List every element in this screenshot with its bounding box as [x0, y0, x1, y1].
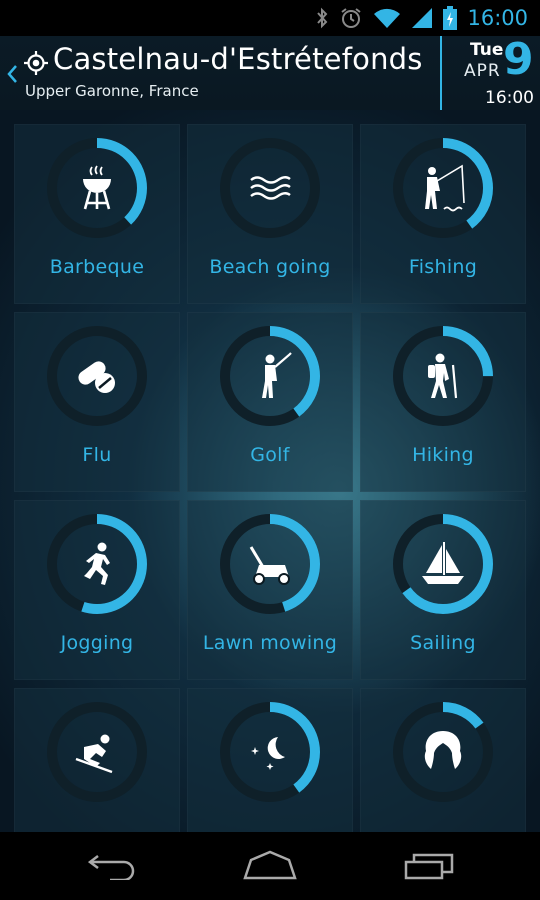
day-number: 9 — [503, 34, 534, 85]
activity-label: Hiking — [412, 444, 474, 466]
activity-tile[interactable]: Sailing — [360, 500, 526, 680]
waves-icon — [245, 163, 295, 213]
home-button-icon[interactable] — [243, 850, 297, 884]
activity-tile[interactable] — [14, 688, 180, 832]
wifi-icon — [373, 7, 401, 29]
back-chevron-icon[interactable] — [6, 64, 18, 88]
activity-label: Golf — [250, 444, 290, 466]
recent-apps-button-icon[interactable] — [404, 850, 454, 884]
back-button-icon[interactable] — [87, 850, 136, 884]
day-of-week: Tue — [470, 40, 504, 60]
activity-tile[interactable]: Flu — [14, 312, 180, 492]
fishing-icon — [418, 163, 468, 213]
signal-icon — [411, 7, 433, 29]
bluetooth-icon — [315, 7, 329, 29]
activity-label: Jogging — [60, 632, 134, 654]
header-divider — [440, 36, 442, 110]
barbeque-icon — [72, 163, 122, 213]
golf-icon — [245, 351, 295, 401]
forecast-time: 16:00 — [485, 88, 534, 108]
activity-label: Lawn mowing — [202, 632, 338, 654]
location-header[interactable]: Castelnau-d'Estrétefonds Upper Garonne, … — [0, 34, 540, 110]
activity-tile[interactable]: Beach going — [187, 124, 353, 304]
activity-tile[interactable]: Jogging — [14, 500, 180, 680]
skiing-icon — [72, 727, 122, 777]
activity-tile[interactable] — [360, 688, 526, 832]
activity-tile[interactable]: Lawn mowing — [187, 500, 353, 680]
night-sky-icon — [245, 727, 295, 777]
region-name: Upper Garonne, France — [25, 82, 199, 100]
jogging-icon — [72, 539, 122, 589]
activity-label: Sailing — [410, 632, 476, 654]
hiking-icon — [418, 351, 468, 401]
month: APR — [464, 61, 501, 81]
alarm-icon — [339, 7, 363, 29]
city-name[interactable]: Castelnau-d'Estrétefonds — [53, 42, 423, 76]
activity-tile[interactable]: Hiking — [360, 312, 526, 492]
navigation-bar — [0, 832, 540, 900]
status-time: 16:00 — [467, 6, 528, 30]
hair-icon — [418, 727, 468, 777]
status-bar: 16:00 — [0, 0, 540, 36]
activity-tile[interactable]: Fishing — [360, 124, 526, 304]
activity-label: Fishing — [408, 256, 478, 278]
activity-grid: Barbeque Beach going Fishing Flu Golf Hi… — [0, 110, 540, 832]
activity-tile[interactable]: Barbeque — [14, 124, 180, 304]
battery-charging-icon — [443, 6, 458, 30]
sailboat-icon — [418, 539, 468, 589]
activity-tile[interactable]: Golf — [187, 312, 353, 492]
lawn-mower-icon — [245, 539, 295, 589]
activity-label: Flu — [82, 444, 112, 466]
activity-label: Beach going — [209, 256, 331, 278]
activity-label: Barbeque — [49, 256, 145, 278]
pills-icon — [72, 351, 122, 401]
activity-tile[interactable] — [187, 688, 353, 832]
my-location-icon[interactable] — [24, 51, 48, 79]
